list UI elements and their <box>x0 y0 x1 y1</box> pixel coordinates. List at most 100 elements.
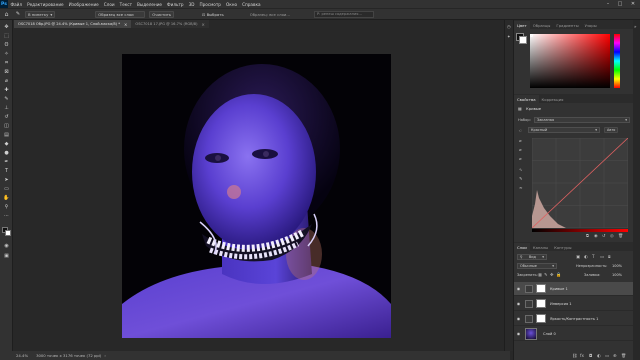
curves-graph[interactable] <box>532 138 628 228</box>
brush-tool-icon[interactable]: ✎ <box>2 95 11 103</box>
lock-all-icon[interactable]: 🔒 <box>556 272 561 278</box>
type-tool-icon[interactable]: T <box>2 167 11 175</box>
layer-row-base[interactable]: ◉ Слой 0 <box>514 327 634 341</box>
pencil-icon[interactable]: ✎ <box>519 176 523 181</box>
sample-size-dropdown[interactable]: В пипетку ▾ <box>25 10 56 18</box>
shape-tool-icon[interactable]: ▭ <box>2 185 11 193</box>
tab-layers[interactable]: Слои <box>514 243 530 251</box>
blur-tool-icon[interactable]: ◆ <box>2 140 11 148</box>
menu-select[interactable]: Выделение <box>135 2 165 7</box>
more-tools-icon[interactable]: ⋯ <box>2 212 11 220</box>
delete-adjustment-icon[interactable]: 🗑 <box>618 233 623 239</box>
visibility-eye-icon[interactable]: ◉ <box>514 301 523 306</box>
lock-transparent-icon[interactable]: ▦ <box>538 272 542 277</box>
search-field[interactable]: Р: ренеш содержания... <box>314 10 374 18</box>
visibility-eye-icon[interactable]: ◉ <box>514 286 523 291</box>
eraser-tool-icon[interactable]: ◫ <box>2 122 11 130</box>
color-picker-marker[interactable] <box>530 34 533 37</box>
smooth-icon[interactable]: ≈ <box>519 185 523 190</box>
color-field[interactable] <box>530 34 610 88</box>
select-subject-button[interactable]: ⊡ Выбрать <box>202 12 224 17</box>
eyedropper-black-icon[interactable]: ⌀ <box>519 138 522 143</box>
color-bg-swatch[interactable] <box>519 36 527 44</box>
layer-mask-thumbnail[interactable] <box>536 314 546 323</box>
frame-tool-icon[interactable]: ⊠ <box>2 68 11 76</box>
zoom-level[interactable]: 24.4% <box>16 353 28 358</box>
menu-view[interactable]: Просмотр <box>197 2 224 7</box>
layer-name[interactable]: Яркость/Контрастность 1 <box>550 317 598 321</box>
pen-tool-icon[interactable]: ✒ <box>2 158 11 166</box>
tab-adjustments[interactable]: Коррекция <box>539 95 567 103</box>
filter-shape-icon[interactable]: ▭ <box>600 254 604 259</box>
auto-button[interactable]: Авто <box>604 127 619 133</box>
eyedropper-tool-icon[interactable]: ⌀ <box>2 77 11 85</box>
eyedropper-gray-icon[interactable]: ⌀ <box>519 147 522 152</box>
tab-patterns[interactable]: Узоры <box>582 21 600 29</box>
layer-name[interactable]: Слой 0 <box>543 332 556 336</box>
link-layers-icon[interactable]: ⛓ <box>572 353 577 359</box>
tab-document-1[interactable]: OSC7018 Обр.JPG @ 24.4% (Кривые 1, Слой-… <box>14 20 132 28</box>
filter-smart-icon[interactable]: ⧈ <box>608 254 611 259</box>
menu-layers[interactable]: Слои <box>101 2 117 7</box>
screen-mode-icon[interactable]: ▣ <box>2 252 11 260</box>
hand-tool-icon[interactable]: ✋ <box>2 194 11 202</box>
lock-position-icon[interactable]: ✥ <box>550 272 554 277</box>
delete-layer-icon[interactable]: 🗑 <box>621 353 626 359</box>
visibility-icon[interactable]: ◎ <box>610 233 614 238</box>
brush-icon[interactable]: ✎ <box>13 11 23 17</box>
crop-tool-icon[interactable]: ⌗ <box>2 59 11 67</box>
lock-image-icon[interactable]: ✎ <box>544 272 548 277</box>
visibility-eye-icon[interactable]: ◉ <box>514 316 523 321</box>
history-panel-icon[interactable]: ◷ <box>507 24 511 29</box>
layer-mask-thumbnail[interactable] <box>536 284 546 293</box>
document-image[interactable] <box>122 54 391 338</box>
menu-help[interactable]: Справка <box>240 2 263 7</box>
curve-edit-icon[interactable]: ∿ <box>519 167 523 172</box>
menu-type[interactable]: Текст <box>117 2 134 7</box>
path-select-tool-icon[interactable]: ➤ <box>2 176 11 184</box>
menu-filter[interactable]: Фильтр <box>165 2 187 7</box>
tab-gradients[interactable]: Градиенты <box>553 21 581 29</box>
minimize-button[interactable]: – <box>603 0 613 8</box>
quick-mask-icon[interactable]: ◉ <box>2 242 11 250</box>
layer-row-invert[interactable]: ◉ Инверсия 1 <box>514 297 634 311</box>
add-mask-icon[interactable]: ◘ <box>589 353 592 358</box>
tab-paths[interactable]: Контуры <box>551 243 574 251</box>
eyedropper-white-icon[interactable]: ⌀ <box>519 156 522 161</box>
new-layer-icon[interactable]: ⊕ <box>613 353 617 358</box>
adjustment-layer-icon[interactable]: ◐ <box>597 353 601 358</box>
collapse-panels-icon[interactable]: » <box>634 24 637 29</box>
visibility-eye-icon[interactable]: ◉ <box>514 331 523 336</box>
fill-value[interactable]: 100% <box>612 273 622 277</box>
background-color-swatch[interactable] <box>5 230 11 236</box>
filter-pixel-icon[interactable]: ▣ <box>576 254 580 259</box>
layer-filter-dropdown[interactable]: ⚲ Вид ▾ <box>517 254 547 260</box>
fx-icon[interactable]: fx <box>580 353 584 358</box>
stamp-tool-icon[interactable]: ⊥ <box>2 104 11 112</box>
sample-layers-dropdown[interactable]: Образец все слои <box>95 10 146 18</box>
quick-select-tool-icon[interactable]: ✧ <box>2 50 11 58</box>
menu-3d[interactable]: 3D <box>186 2 197 7</box>
blend-mode-dropdown[interactable]: Обычные ▾ <box>517 263 557 269</box>
reset-icon[interactable]: ↺ <box>602 233 606 238</box>
channel-dropdown[interactable]: Красный ▾ <box>528 127 600 133</box>
lasso-tool-icon[interactable]: ʘ <box>2 41 11 49</box>
layer-row-brightness[interactable]: ◉ Яркость/Контрастность 1 <box>514 312 634 326</box>
dodge-tool-icon[interactable]: ● <box>2 149 11 157</box>
tab-channels[interactable]: Каналы <box>530 243 551 251</box>
tab-swatches[interactable]: Образцы <box>530 21 554 29</box>
tab-properties[interactable]: Свойства <box>514 95 539 103</box>
filter-type-icon[interactable]: T <box>592 254 595 259</box>
group-icon[interactable]: ▭ <box>605 353 609 358</box>
healing-tool-icon[interactable]: ✚ <box>2 86 11 94</box>
layer-name[interactable]: Кривые 1 <box>550 287 568 291</box>
home-icon[interactable]: ⌂ <box>0 11 13 18</box>
history-brush-tool-icon[interactable]: ↺ <box>2 113 11 121</box>
tab-color[interactable]: Цвет <box>514 21 530 29</box>
gradient-tool-icon[interactable]: ▤ <box>2 131 11 139</box>
clear-button[interactable]: Очистить <box>149 10 175 18</box>
layer-mask-thumbnail[interactable] <box>536 299 546 308</box>
menu-edit[interactable]: Редактирование <box>25 2 67 7</box>
menu-window[interactable]: Окно <box>223 2 239 7</box>
layer-row-curves[interactable]: ◉ Кривые 1 <box>514 282 634 296</box>
